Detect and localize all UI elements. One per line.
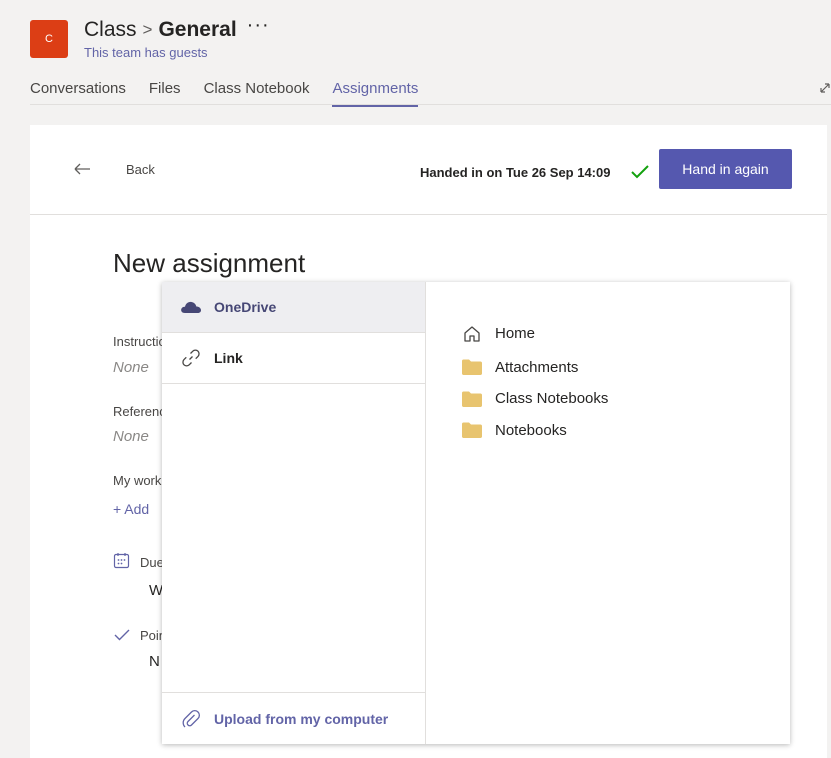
source-onedrive[interactable]: OneDrive (162, 282, 425, 333)
home-icon (462, 325, 482, 343)
breadcrumb-team[interactable]: Class (84, 18, 137, 42)
add-work-button[interactable]: + Add (113, 501, 149, 517)
back-button[interactable]: Back (126, 162, 155, 177)
more-options-icon[interactable]: ··· (247, 15, 270, 35)
hand-in-again-button[interactable]: Hand in again (659, 149, 792, 189)
folder-label: Class Notebooks (495, 390, 609, 408)
panel-topbar: Back Handed in on Tue 26 Sep 14:09 Hand … (30, 125, 827, 215)
due-label: Due (140, 555, 164, 570)
handed-in-status: Handed in on Tue 26 Sep 14:09 (420, 165, 611, 180)
header-divider (30, 104, 831, 105)
breadcrumb: Class > General ··· (84, 15, 270, 42)
tab-conversations[interactable]: Conversations (30, 80, 126, 104)
paperclip-icon (180, 709, 202, 728)
attach-picker-dialog: OneDrive Link Upload from my computer Ho… (162, 282, 790, 744)
points-value: N (149, 653, 160, 670)
instructions-value: None (113, 359, 149, 376)
upload-label: Upload from my computer (214, 710, 389, 727)
folder-attachments[interactable]: Attachments (462, 352, 790, 384)
points-check-icon (114, 629, 130, 641)
instructions-label: Instructio (113, 334, 166, 349)
folder-icon (462, 358, 482, 376)
folder-label: Home (495, 325, 536, 343)
my-work-label: My work (113, 473, 162, 488)
cloud-icon (180, 298, 202, 316)
upload-from-computer-button[interactable]: Upload from my computer (162, 692, 425, 744)
folder-class-notebooks[interactable]: Class Notebooks (462, 383, 790, 415)
guests-notice: This team has guests (84, 45, 208, 60)
assignment-title: New assignment (113, 248, 306, 278)
folder-label: Notebooks (495, 421, 567, 439)
channel-tabs: Conversations Files Class Notebook Assig… (30, 80, 441, 107)
back-arrow-icon[interactable] (72, 159, 92, 179)
folder-notebooks[interactable]: Notebooks (462, 415, 790, 447)
source-link[interactable]: Link (162, 333, 425, 384)
tab-class-notebook[interactable]: Class Notebook (204, 80, 310, 104)
onedrive-file-list: Home Attachments Class Notebooks Noteboo… (426, 282, 790, 744)
reference-label: Referenc (113, 404, 166, 419)
folder-home[interactable]: Home (462, 318, 790, 350)
source-label: Link (214, 350, 243, 366)
panel-edge (827, 125, 831, 758)
breadcrumb-separator: > (142, 20, 153, 39)
source-label: OneDrive (214, 299, 277, 315)
team-header: C Class > General ··· This team has gues… (0, 0, 831, 107)
reference-value: None (113, 428, 149, 445)
link-icon (180, 349, 202, 367)
folder-icon (462, 390, 482, 408)
folder-icon (462, 421, 482, 439)
team-avatar[interactable]: C (30, 20, 68, 58)
check-icon (631, 165, 649, 179)
breadcrumb-channel[interactable]: General (158, 18, 236, 42)
picker-sources: OneDrive Link Upload from my computer (162, 282, 426, 744)
tab-assignments[interactable]: Assignments (332, 80, 418, 107)
expand-icon[interactable] (818, 76, 831, 96)
calendar-icon (113, 553, 130, 569)
tab-files[interactable]: Files (149, 80, 181, 104)
folder-label: Attachments (495, 358, 579, 376)
